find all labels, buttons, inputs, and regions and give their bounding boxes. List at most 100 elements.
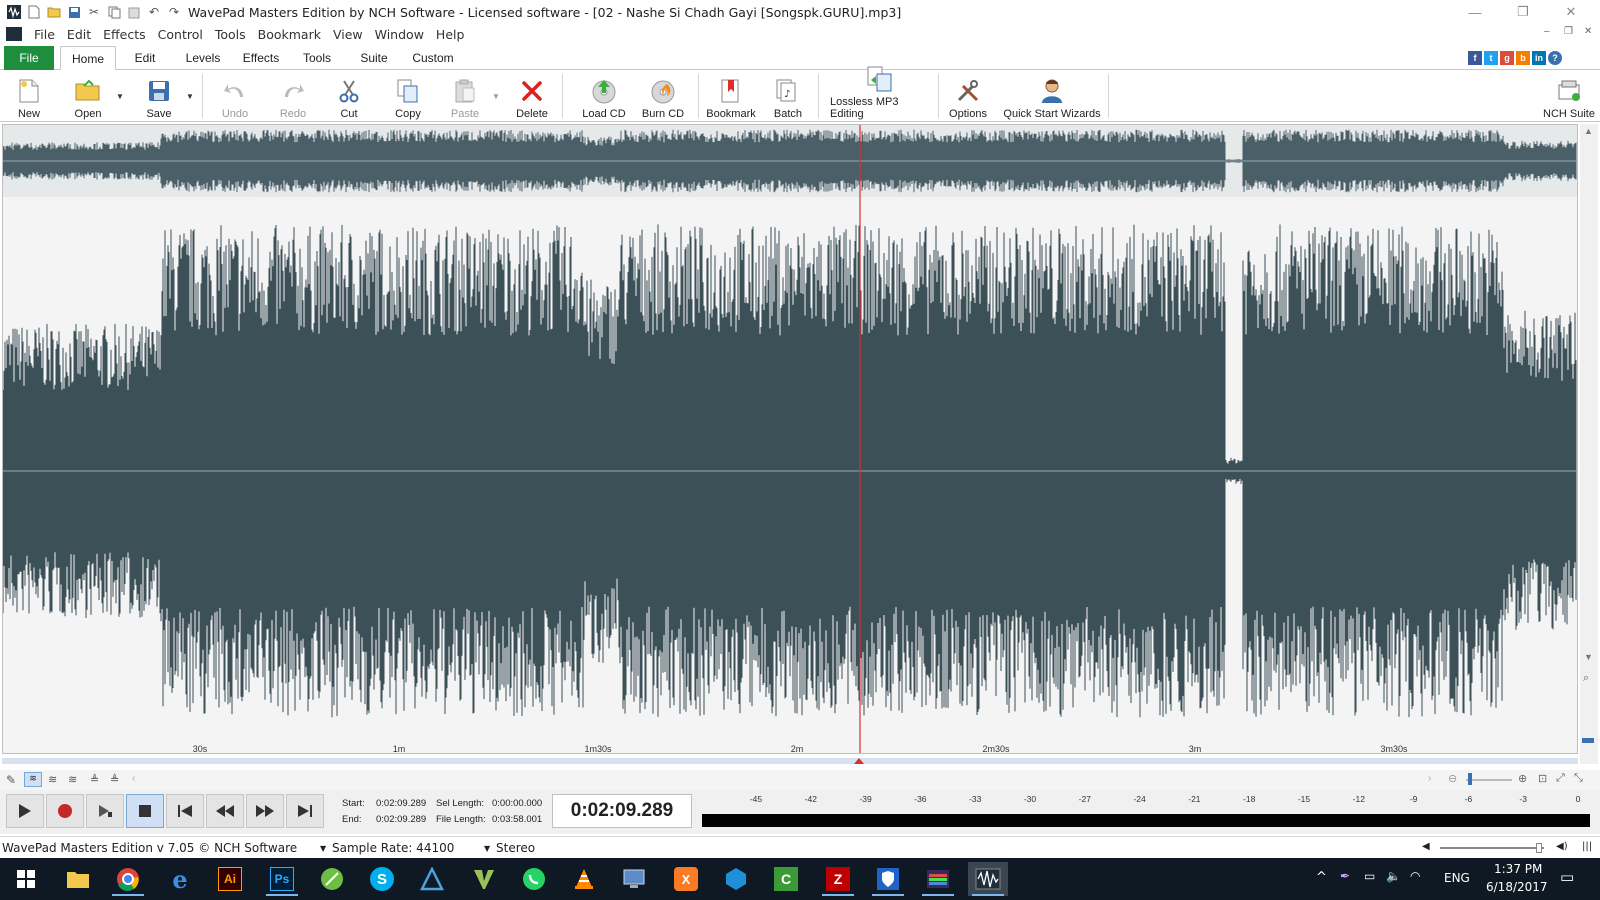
volume-low-icon[interactable]: ◀ — [1422, 841, 1430, 852]
stop-button[interactable] — [126, 794, 164, 828]
tab-home[interactable]: Home — [60, 46, 116, 71]
taskbar-wavepad[interactable] — [968, 862, 1008, 896]
tab-edit[interactable]: Edit — [124, 46, 166, 70]
taskbar-remote-desktop[interactable] — [614, 862, 654, 896]
restore-button[interactable]: ❐ — [1500, 0, 1546, 24]
load-cd-button[interactable]: Load CD — [576, 72, 632, 120]
minimize-button[interactable]: — — [1452, 0, 1498, 24]
tray-overflow-icon[interactable]: ^ — [1316, 870, 1327, 885]
tab-custom[interactable]: Custom — [404, 46, 462, 70]
volume-high-icon[interactable]: ◀) — [1556, 841, 1568, 852]
taskbar-edge[interactable]: e — [160, 862, 200, 896]
menu-tools[interactable]: Tools — [209, 27, 252, 42]
copy-button[interactable]: Copy — [392, 72, 424, 120]
cut-button[interactable]: Cut — [334, 72, 364, 120]
open-dropdown-icon[interactable]: ▼ — [116, 92, 124, 101]
zoom-selection-icon[interactable]: ⊡ — [1538, 772, 1547, 785]
balance-icon[interactable]: ||| — [1582, 841, 1592, 852]
timeline-ruler[interactable]: 30s 1m 1m30s 2m 2m30s 3m 3m30s — [2, 744, 1578, 756]
taskbar-file-explorer[interactable] — [58, 862, 98, 896]
scroll-down-icon[interactable]: ▼ — [1584, 652, 1593, 662]
save-dropdown-icon[interactable]: ▼ — [186, 92, 194, 101]
mdi-minimize-button[interactable]: – — [1544, 26, 1550, 37]
playhead-marker-icon[interactable] — [854, 758, 864, 764]
waveform-view[interactable] — [2, 124, 1578, 754]
menu-bookmark[interactable]: Bookmark — [252, 27, 327, 42]
nch-suite-button[interactable]: NCH Suite — [1542, 72, 1596, 120]
play-button[interactable] — [6, 794, 44, 828]
taskbar-whatsapp[interactable] — [514, 862, 554, 896]
menu-effects[interactable]: Effects — [97, 27, 152, 42]
app-icon[interactable] — [6, 4, 22, 20]
stereo-view-icon[interactable]: ≋ — [68, 773, 77, 786]
tab-effects[interactable]: Effects — [236, 46, 286, 70]
menu-help[interactable]: Help — [430, 27, 471, 42]
zoom-vertical-icon[interactable]: ⌕ — [1583, 672, 1589, 685]
speaker-icon[interactable]: 🔈 — [1386, 869, 1401, 883]
undo-button[interactable]: Undo — [218, 72, 252, 120]
paste-button[interactable]: Paste — [448, 72, 482, 120]
battery-icon[interactable]: ▭ — [1364, 869, 1375, 883]
taskbar-app-rgb[interactable] — [918, 862, 958, 896]
tab-file[interactable]: File — [4, 46, 54, 70]
cut-icon[interactable]: ✂ — [86, 4, 102, 20]
taskbar-vim[interactable] — [464, 862, 504, 896]
scroll-up-icon[interactable]: ▲ — [1584, 126, 1593, 136]
undo-icon[interactable]: ↶ — [146, 4, 162, 20]
redo-icon[interactable]: ↷ — [166, 4, 182, 20]
taskbar-chrome[interactable] — [108, 862, 148, 896]
mdi-restore-button[interactable]: ❐ — [1564, 26, 1573, 37]
clock-date[interactable]: 6/18/2017 — [1486, 880, 1548, 894]
delete-button[interactable]: Delete — [512, 72, 552, 120]
batch-button[interactable]: ♪ Batch — [768, 72, 808, 120]
menu-control[interactable]: Control — [152, 27, 209, 42]
open-folder-icon[interactable] — [46, 4, 62, 20]
bookmark-button[interactable]: Bookmark — [706, 72, 756, 120]
record-button[interactable] — [46, 794, 84, 828]
taskbar-app-blue[interactable] — [716, 862, 756, 896]
twitter-icon[interactable]: t — [1484, 51, 1498, 65]
taskbar-app-green[interactable] — [312, 862, 352, 896]
zoom-out-icon[interactable]: ⊖ — [1448, 772, 1457, 785]
master-volume-thumb[interactable] — [1536, 843, 1542, 853]
taskbar-photoshop[interactable]: Ps — [262, 862, 302, 896]
new-button[interactable]: New — [12, 72, 46, 120]
lossless-mp3-button[interactable]: Lossless MP3 Editing — [830, 66, 930, 120]
linkedin-icon[interactable]: in — [1532, 51, 1546, 65]
menu-file[interactable]: File — [28, 27, 61, 42]
zoom-slider-thumb[interactable] — [1468, 773, 1472, 785]
channels-text[interactable]: Stereo — [496, 841, 535, 855]
options-button[interactable]: Options — [946, 72, 990, 120]
taskbar-xampp[interactable]: X — [666, 862, 706, 896]
jump-start-button[interactable] — [166, 794, 204, 828]
pencil-tool-icon[interactable]: ✎ — [6, 773, 16, 787]
play-scrub-button[interactable] — [86, 794, 124, 828]
taskbar-camtasia[interactable]: C — [766, 862, 806, 896]
waveform-view-icon[interactable]: ≋ — [24, 772, 42, 787]
action-center-icon[interactable]: ▭ — [1560, 868, 1574, 886]
horizontal-position-bar[interactable] — [2, 758, 1578, 764]
master-volume-slider[interactable] — [1440, 847, 1544, 849]
menu-window[interactable]: Window — [369, 27, 430, 42]
close-button[interactable]: ✕ — [1548, 0, 1594, 24]
zoom-fit-icon[interactable]: ⤡ — [1574, 772, 1583, 785]
taskbar-filezilla[interactable]: Z — [818, 862, 858, 896]
vertical-scrollbar[interactable]: ▲ ▼ ⌕ — [1580, 124, 1598, 764]
zoom-slider[interactable] — [1466, 779, 1512, 781]
spectral-view-icon[interactable]: ≋ — [48, 773, 57, 786]
waveform-canvas[interactable] — [3, 125, 1577, 753]
taskbar-skype[interactable]: S — [362, 862, 402, 896]
jump-end-button[interactable] — [286, 794, 324, 828]
level-right-icon[interactable]: ≜ — [110, 773, 119, 786]
start-button[interactable] — [6, 862, 46, 896]
scroll-left-icon[interactable]: ‹ — [132, 773, 135, 784]
tab-suite[interactable]: Suite — [352, 46, 396, 70]
pen-icon[interactable]: ✒ — [1340, 869, 1350, 883]
menu-edit[interactable]: Edit — [61, 27, 97, 42]
google-plus-icon[interactable]: g — [1500, 51, 1514, 65]
fast-forward-button[interactable] — [246, 794, 284, 828]
paste-icon[interactable] — [126, 4, 142, 20]
wifi-icon[interactable]: ◠ — [1410, 869, 1420, 883]
channels-dropdown-icon[interactable]: ▼ — [484, 844, 490, 853]
mdi-close-button[interactable]: ✕ — [1584, 26, 1592, 37]
